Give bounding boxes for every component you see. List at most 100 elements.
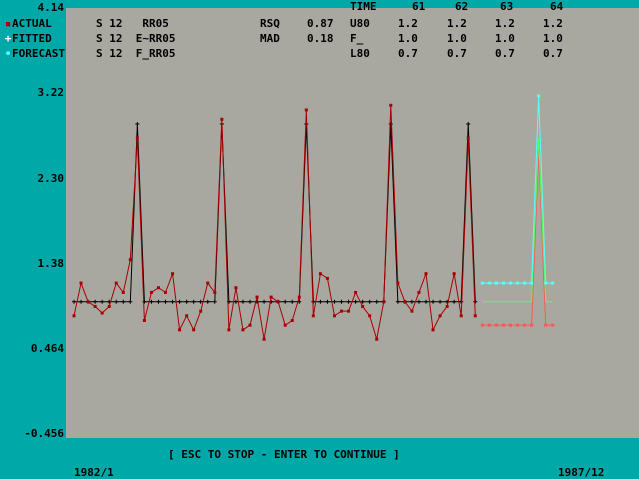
- actual-point: [297, 295, 301, 299]
- fitted-point: [128, 299, 133, 304]
- actual-point: [452, 272, 456, 276]
- fitted-point: [248, 299, 252, 304]
- actual-point: [354, 290, 358, 294]
- forecast-upper-point: [487, 281, 491, 285]
- actual-point: [156, 286, 160, 290]
- actual-point: [375, 337, 379, 341]
- forecast-lower-point: [480, 323, 484, 327]
- actual-point: [417, 290, 421, 294]
- fitted-point: [212, 299, 217, 304]
- actual-point: [227, 328, 231, 332]
- actual-point: [290, 318, 294, 322]
- actual-point: [459, 314, 463, 318]
- fitted-point: [332, 299, 337, 304]
- actual-point: [325, 276, 329, 280]
- forecast-lower-point: [494, 323, 498, 327]
- actual-point: [389, 103, 393, 107]
- actual-point: [107, 304, 111, 308]
- actual-point: [445, 304, 449, 308]
- actual-point: [192, 328, 196, 332]
- fitted-point: [290, 299, 295, 304]
- actual-point: [100, 311, 104, 315]
- fitted-line: [74, 123, 476, 303]
- forecast-upper-point: [551, 281, 555, 285]
- fitted-point: [156, 299, 161, 304]
- fitted-point: [240, 299, 245, 304]
- actual-point: [164, 290, 168, 294]
- fitted-point: [114, 299, 119, 304]
- fitted-point: [353, 299, 358, 304]
- x-end-label: 1987/12: [558, 466, 605, 479]
- x-start-label: 1982/1: [74, 466, 114, 479]
- chart-svg: [72, 94, 555, 341]
- actual-point: [403, 300, 407, 304]
- forecast-lower-point: [516, 323, 520, 327]
- actual-point: [396, 281, 400, 285]
- fitted-point: [205, 299, 210, 304]
- fitted-point: [170, 299, 175, 304]
- graph-screen: ▪ACTUAL +FITTED ∙FORECAST S 12 RR05 S 12…: [0, 0, 639, 479]
- actual-point: [213, 290, 217, 294]
- actual-point: [185, 314, 189, 318]
- actual-point: [178, 328, 182, 332]
- actual-point: [241, 328, 245, 332]
- fitted-point: [395, 299, 400, 304]
- forecast-lower-point: [501, 323, 505, 327]
- actual-point: [86, 300, 90, 304]
- forecast-lower-point: [551, 323, 555, 327]
- forecast-lower-point: [487, 323, 491, 327]
- fitted-point: [93, 299, 98, 304]
- fitted-point: [416, 299, 421, 304]
- actual-point: [248, 323, 252, 327]
- actual-point: [149, 290, 153, 294]
- actual-point: [135, 136, 139, 140]
- fitted-point: [184, 299, 189, 304]
- actual-point: [410, 309, 414, 313]
- fitted-point: [452, 299, 457, 304]
- actual-point: [269, 295, 273, 299]
- fitted-point: [409, 299, 414, 304]
- actual-point: [424, 272, 428, 276]
- fitted-point: [346, 299, 351, 304]
- forecast-upper-point: [516, 281, 520, 285]
- fitted-point: [318, 299, 323, 304]
- forecast-upper-point: [494, 281, 498, 285]
- fitted-point: [367, 299, 372, 304]
- actual-point: [206, 281, 210, 285]
- actual-point: [72, 314, 76, 318]
- fitted-point: [191, 299, 196, 304]
- actual-point: [311, 314, 315, 318]
- forecast-upper-point: [530, 281, 534, 285]
- actual-point: [332, 314, 336, 318]
- forecast-upper-point: [523, 281, 527, 285]
- actual-point: [199, 309, 203, 313]
- actual-point: [382, 300, 386, 304]
- fitted-point: [142, 299, 147, 304]
- actual-point: [121, 290, 125, 294]
- actual-point: [142, 318, 146, 322]
- actual-point: [466, 136, 470, 140]
- continue-prompt[interactable]: [ ESC TO STOP - ENTER TO CONTINUE ]: [168, 449, 400, 461]
- actual-point: [255, 295, 259, 299]
- forecast-upper-point: [544, 281, 548, 285]
- actual-point: [473, 314, 477, 318]
- forecast-upper-point: [537, 94, 541, 98]
- fitted-point: [149, 299, 154, 304]
- actual-point: [318, 272, 322, 276]
- fitted-point: [339, 299, 344, 304]
- actual-point: [431, 328, 435, 332]
- fitted-point: [121, 299, 126, 304]
- fitted-point: [163, 299, 168, 304]
- fitted-point: [198, 299, 203, 304]
- fitted-point: [388, 122, 393, 127]
- actual-point: [361, 304, 365, 308]
- fitted-point: [283, 299, 288, 304]
- fitted-point: [262, 299, 267, 304]
- fitted-point: [79, 299, 84, 304]
- actual-point: [171, 272, 175, 276]
- actual-point: [234, 286, 238, 290]
- fitted-point: [325, 299, 330, 304]
- forecast-upper-point: [501, 281, 505, 285]
- fitted-point: [424, 299, 428, 304]
- actual-point: [93, 304, 97, 308]
